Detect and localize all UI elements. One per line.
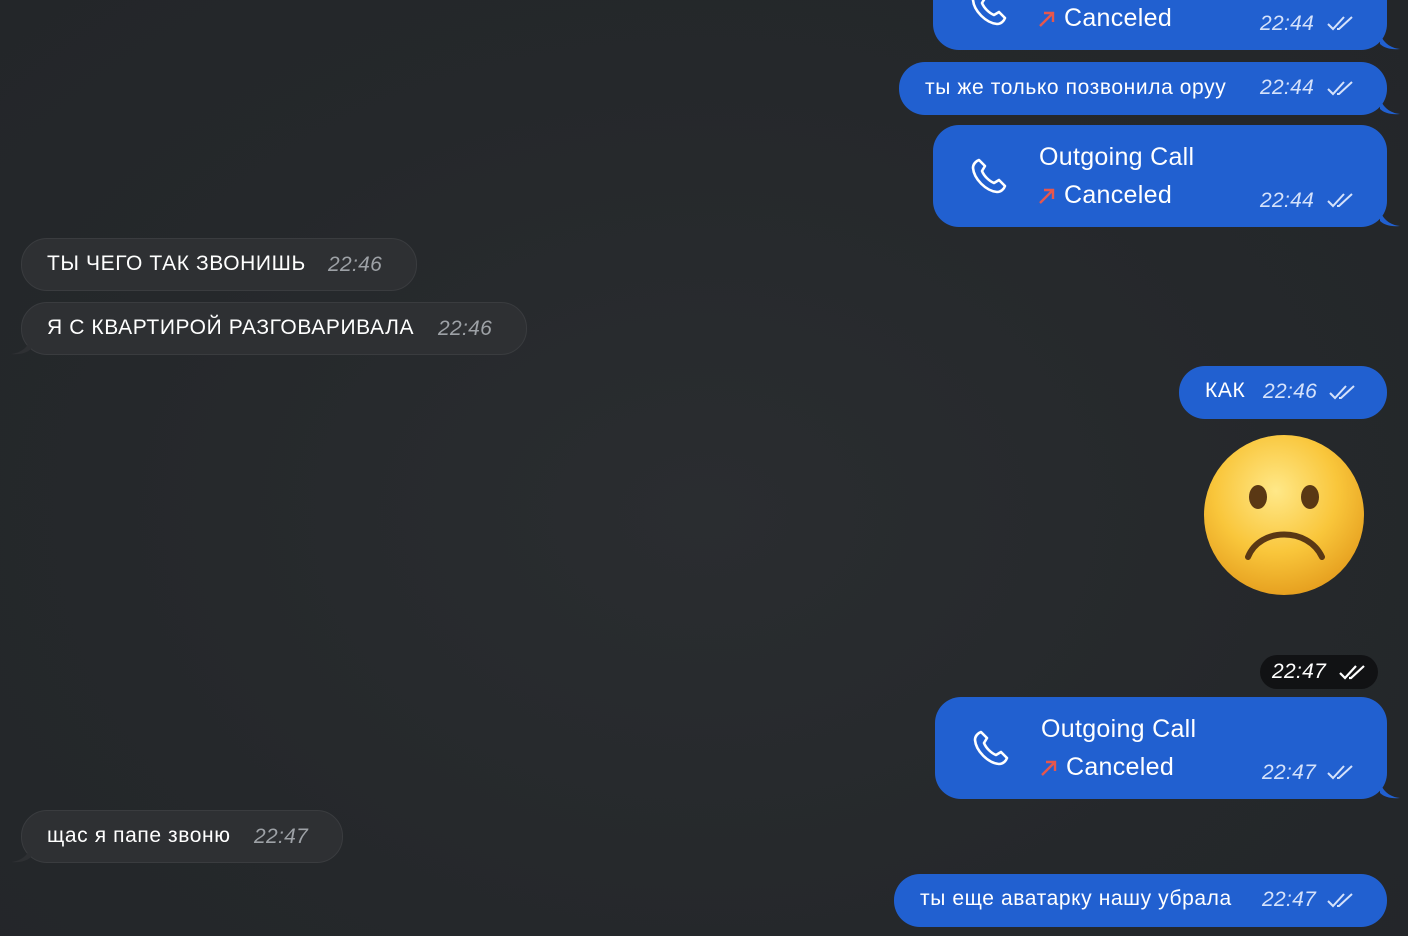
canceled-arrow-icon — [1039, 188, 1055, 204]
canceled-arrow-icon — [1039, 11, 1055, 27]
outgoing-call-message[interactable]: Outgoing Call Canceled 22:47 — [935, 697, 1387, 799]
bubble-tail — [1380, 781, 1400, 799]
call-status: Canceled — [1064, 4, 1173, 32]
message-text: щас я папе звоню — [47, 824, 231, 847]
outgoing-text-message[interactable]: КАК 22:46 — [1179, 366, 1387, 419]
message-text: КАК — [1205, 379, 1246, 402]
read-checkmarks-icon — [1329, 385, 1355, 400]
bubble-tail — [1380, 209, 1400, 227]
incoming-text-message[interactable]: Я С КВАРТИРОЙ РАЗГОВАРИВАЛА 22:46 — [21, 302, 527, 355]
message-time: 22:46 — [1263, 380, 1318, 403]
chat-area[interactable]: Canceled 22:44 ты же только позвонила ор… — [0, 0, 1408, 936]
message-time: 22:47 — [1262, 888, 1317, 911]
phone-icon — [971, 0, 1007, 26]
emoji-time-badge: 22:47 — [1260, 655, 1378, 689]
bubble-tail — [1380, 32, 1400, 50]
outgoing-call-message[interactable]: Canceled 22:44 — [933, 0, 1387, 50]
read-checkmarks-icon — [1327, 893, 1353, 908]
call-title: Outgoing Call — [1041, 715, 1197, 743]
message-text: Я С КВАРТИРОЙ РАЗГОВАРИВАЛА — [47, 316, 415, 339]
message-time: 22:47 — [1262, 761, 1317, 784]
read-checkmarks-icon — [1327, 765, 1353, 780]
message-time: 22:44 — [1260, 12, 1315, 35]
phone-icon — [973, 730, 1009, 766]
bubble-tail — [11, 337, 31, 355]
bubble-tail — [1380, 97, 1400, 115]
message-text: ты еще аватарку нашу убрала — [920, 887, 1232, 910]
message-time: 22:47 — [1272, 660, 1327, 683]
message-time: 22:46 — [438, 317, 493, 340]
call-title: Outgoing Call — [1039, 143, 1195, 171]
message-time: 22:44 — [1260, 189, 1315, 212]
call-status: Canceled — [1066, 753, 1175, 781]
read-checkmarks-icon — [1327, 16, 1353, 31]
message-text: ТЫ ЧЕГО ТАК ЗВОНИШЬ — [47, 252, 306, 275]
outgoing-text-message[interactable]: ты же только позвонила оруу 22:44 — [899, 62, 1387, 115]
frowning-face-emoji[interactable] — [1202, 433, 1366, 597]
incoming-text-message[interactable]: ТЫ ЧЕГО ТАК ЗВОНИШЬ 22:46 — [21, 238, 417, 291]
incoming-text-message[interactable]: щас я папе звоню 22:47 — [21, 810, 343, 863]
message-time: 22:44 — [1260, 76, 1315, 99]
phone-icon — [971, 158, 1007, 194]
read-checkmarks-icon — [1339, 665, 1365, 680]
message-text: ты же только позвонила оруу — [925, 76, 1227, 99]
bubble-tail — [11, 845, 31, 863]
outgoing-text-message[interactable]: ты еще аватарку нашу убрала 22:47 — [894, 874, 1387, 927]
message-time: 22:46 — [328, 253, 383, 276]
canceled-arrow-icon — [1041, 760, 1057, 776]
message-time: 22:47 — [254, 825, 309, 848]
read-checkmarks-icon — [1327, 193, 1353, 208]
outgoing-call-message[interactable]: Outgoing Call Canceled 22:44 — [933, 125, 1387, 227]
read-checkmarks-icon — [1327, 81, 1353, 96]
call-status: Canceled — [1064, 181, 1173, 209]
